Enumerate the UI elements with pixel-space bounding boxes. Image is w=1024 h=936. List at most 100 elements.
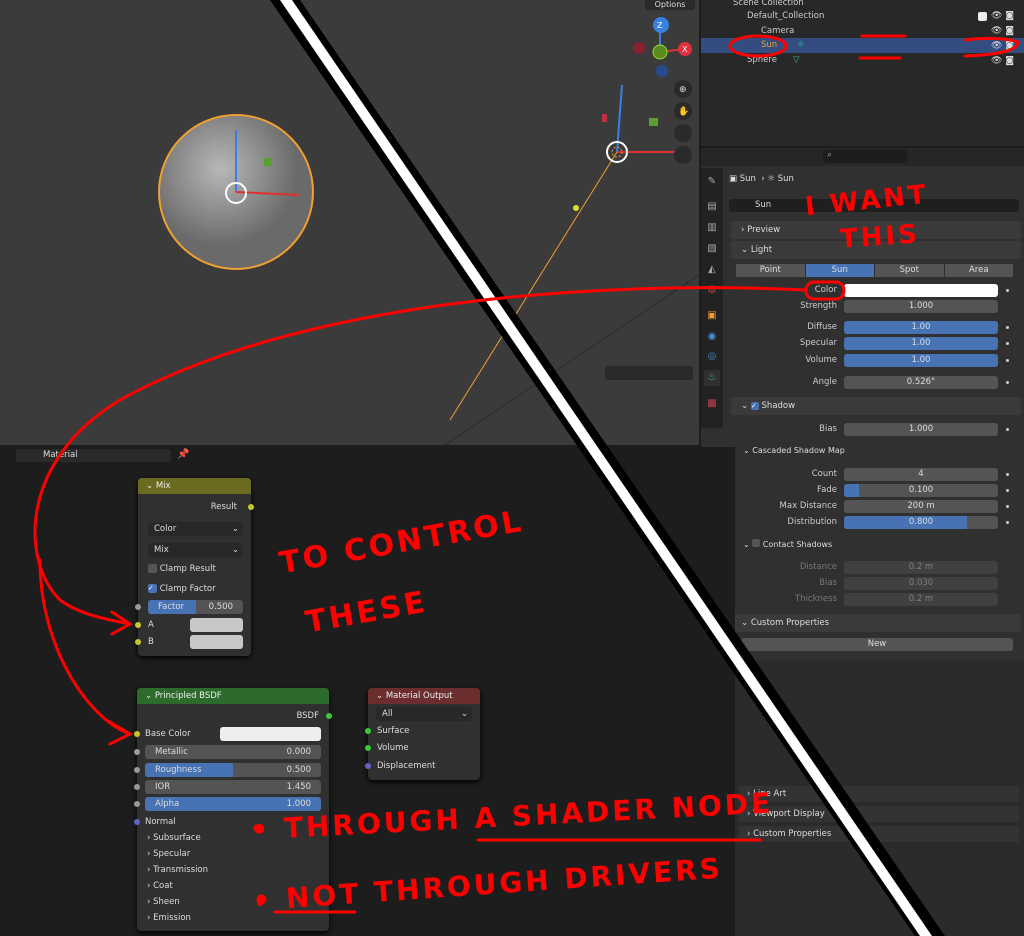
bsdf-node-header[interactable]: ⌄ Principled BSDF (137, 688, 329, 704)
3d-viewport[interactable]: Options Z X ⊕ ✋ (0, 0, 699, 445)
strength-field[interactable]: 1.000 (844, 300, 998, 313)
new-property-button[interactable]: New (741, 638, 1013, 651)
roughness-field[interactable]: Roughness 0.500 (145, 763, 321, 777)
outliner-item-sphere[interactable]: Sphere ▽ (701, 53, 1024, 68)
constraints-tab-icon[interactable]: ◎ (704, 349, 720, 365)
properties-tabs: ✎ ▤ ▥ ▧ ◭ ◍ ▣ ◉ ◎ ♨ ▩ (701, 168, 723, 428)
distribution-field[interactable]: 0.800 (844, 516, 998, 529)
displacement-label: Displacement (377, 761, 436, 771)
search-field[interactable]: ⌕ (823, 150, 907, 163)
viewport-scene: Z X ⊕ ✋ (158, 17, 699, 445)
contact-shadows-checkbox[interactable] (752, 539, 761, 547)
panel-transmission[interactable]: › Transmission (147, 863, 208, 877)
factor-field[interactable]: Factor 0.500 (148, 600, 243, 614)
angle-field[interactable]: 0.526° (844, 376, 998, 389)
panel-custom-properties[interactable]: ⌄ Custom Properties (731, 614, 1021, 632)
base-color-socket[interactable] (134, 731, 140, 737)
panel-sheen[interactable]: › Sheen (147, 895, 180, 909)
volume-socket[interactable] (365, 745, 371, 751)
displacement-socket[interactable] (365, 763, 371, 769)
view-layer-tab-icon[interactable]: ▧ (704, 241, 720, 257)
result-socket[interactable] (248, 504, 254, 510)
metallic-field[interactable]: Metallic 0.000 (145, 745, 321, 759)
visibility-icons[interactable]: 👁 ◙ 👁 ◙ 👁 ◙ 👁 ◙ (991, 9, 1021, 69)
panel-viewport-display[interactable]: › Viewport Display (739, 806, 1019, 822)
output-node-header[interactable]: ⌄ Material Output (368, 688, 480, 704)
max-distance-field[interactable]: 200 m (844, 500, 998, 513)
input-b-color[interactable] (190, 635, 243, 649)
panel-coat[interactable]: › Coat (147, 879, 173, 893)
output-tab-icon[interactable]: ▥ (704, 220, 720, 236)
factor-socket[interactable] (135, 604, 141, 610)
bsdf-output-socket[interactable] (326, 713, 332, 719)
panel-emission[interactable]: › Emission (147, 911, 191, 925)
output-target-dropdown[interactable]: All ⌄ (376, 707, 472, 721)
ior-field[interactable]: IOR 1.450 (145, 780, 321, 794)
input-b-socket[interactable] (135, 639, 141, 645)
volume-field[interactable]: 1.00 (844, 354, 998, 367)
shadow-bias-field[interactable]: 1.000 (844, 423, 998, 436)
diffuse-field[interactable]: 1.00 (844, 321, 998, 334)
normal-socket[interactable] (134, 819, 140, 825)
specular-field[interactable]: 1.00 (844, 337, 998, 350)
surface-label: Surface (377, 726, 410, 736)
panel-line-art[interactable]: › Line Art (739, 786, 1019, 802)
perspective-grid-icon (674, 146, 692, 164)
volume-input-label: Volume (377, 743, 409, 753)
outliner-item-sun[interactable]: Sun ☼ (701, 38, 1024, 53)
base-color-field[interactable] (220, 727, 321, 741)
camera-view-icon (674, 124, 692, 142)
input-a-socket[interactable] (135, 622, 141, 628)
viewport-shading-buttons[interactable] (605, 366, 693, 380)
panel-custom-properties-object[interactable]: › Custom Properties (739, 826, 1019, 842)
light-type-spot[interactable]: Spot (875, 264, 944, 277)
outliner-item-default-collection[interactable]: Default_Collection (701, 9, 1024, 24)
surface-socket[interactable] (365, 728, 371, 734)
panel-subsurface[interactable]: › Subsurface (147, 831, 201, 845)
light-type-point[interactable]: Point (736, 264, 805, 277)
shadow-checkbox[interactable]: ✓ (750, 402, 759, 410)
light-type-selector[interactable]: Point Sun Spot Area (736, 264, 1013, 277)
clamp-result-checkbox[interactable]: Clamp Result (148, 562, 216, 576)
sun-direction-line (449, 151, 618, 421)
scene-tab-icon[interactable]: ◭ (704, 262, 720, 278)
mix-node[interactable]: ⌄ Mix Result Color ⌄ Mix ⌄ Clamp Result ✓ … (135, 478, 254, 656)
y-plane-handle (264, 158, 272, 166)
physics-tab-icon[interactable]: ◉ (704, 329, 720, 345)
panel-contact-shadows[interactable]: ⌄ Contact Shadows (743, 539, 832, 549)
render-tab-icon[interactable]: ▤ (704, 199, 720, 215)
tool-tab-icon[interactable]: ✎ (704, 174, 720, 190)
side-panel: › Line Art › Viewport Display › Custom P… (735, 660, 1024, 936)
light-color-field[interactable] (844, 284, 998, 297)
blend-mode-dropdown[interactable]: Mix ⌄ (148, 543, 243, 557)
alpha-field[interactable]: Alpha 1.000 (145, 797, 321, 811)
light-type-sun[interactable]: Sun (805, 264, 874, 277)
object-tab-icon[interactable]: ▣ (704, 308, 720, 324)
gizmo-x-label: X (682, 45, 688, 54)
panel-cascaded-shadow-map[interactable]: ⌄ Cascaded Shadow Map (743, 446, 845, 455)
contact-thickness-field[interactable]: 0.2 m (844, 593, 998, 606)
world-tab-icon[interactable]: ◍ (704, 282, 720, 298)
mix-node-header[interactable]: ⌄ Mix (138, 478, 251, 494)
exclude-checkbox[interactable] (978, 12, 987, 21)
contact-distance-field[interactable]: 0.2 m (844, 561, 998, 574)
material-selector[interactable]: Material (16, 449, 171, 462)
texture-tab-icon[interactable]: ▩ (704, 396, 720, 412)
panel-shadow[interactable]: ⌄ ✓ Shadow (731, 397, 1021, 415)
outliner-item-camera[interactable]: Camera (701, 24, 1024, 39)
normal-label: Normal (145, 817, 176, 827)
pin-icon[interactable]: 📌 (177, 449, 189, 460)
light-type-area[interactable]: Area (944, 264, 1013, 277)
fade-field[interactable]: 0.100 (844, 484, 998, 497)
input-b-label: B (148, 637, 154, 647)
material-output-node[interactable]: ⌄ Material Output All ⌄ Surface Volume Di… (365, 688, 480, 780)
contact-bias-field[interactable]: 0.030 (844, 577, 998, 590)
data-type-dropdown[interactable]: Color ⌄ (148, 522, 243, 536)
count-field[interactable]: 4 (844, 468, 998, 481)
clamp-factor-checkbox[interactable]: ✓ Clamp Factor (148, 582, 216, 596)
base-color-label: Base Color (145, 729, 191, 739)
breadcrumb: ▣ Sun › ☼ Sun (729, 174, 794, 184)
panel-specular[interactable]: › Specular (147, 847, 190, 861)
light-data-tab-icon[interactable]: ♨ (704, 370, 720, 386)
input-a-color[interactable] (190, 618, 243, 632)
